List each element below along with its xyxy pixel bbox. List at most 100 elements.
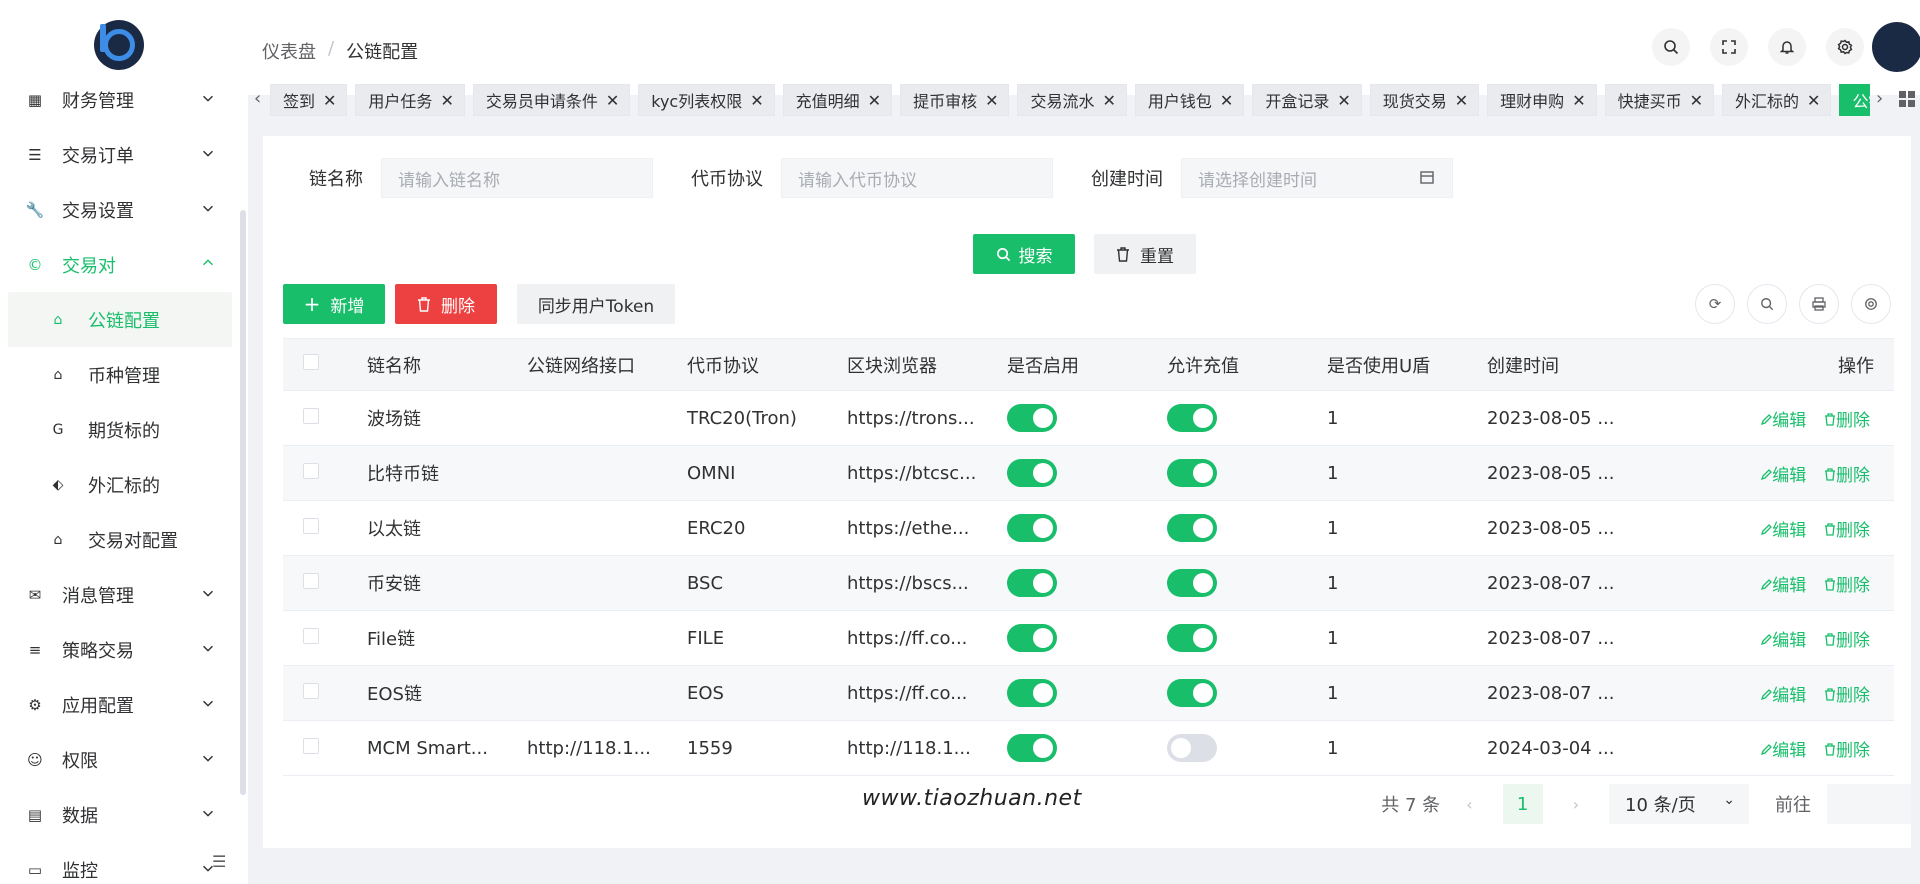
recharge-toggle[interactable]: [1167, 679, 1217, 707]
recharge-toggle[interactable]: [1167, 569, 1217, 597]
tags-scroll-right-icon[interactable]: ›: [1876, 88, 1883, 109]
close-icon[interactable]: ✕: [985, 91, 998, 110]
tab-tag[interactable]: 外汇标的 ✕: [1722, 84, 1832, 116]
chain-name-input[interactable]: 请输入链名称: [381, 158, 653, 198]
enabled-toggle[interactable]: [1007, 679, 1057, 707]
row-checkbox[interactable]: [303, 737, 319, 754]
row-checkbox[interactable]: [303, 572, 319, 589]
create-time-picker[interactable]: 请选择创建时间: [1181, 158, 1453, 198]
edit-button[interactable]: 编辑: [1760, 466, 1806, 486]
enabled-toggle[interactable]: [1007, 734, 1057, 762]
collapse-sidebar-icon[interactable]: ☰: [212, 852, 226, 871]
edit-button[interactable]: 编辑: [1760, 631, 1806, 651]
sidebar-item[interactable]: ▤ 数据: [0, 787, 240, 842]
row-delete-button[interactable]: 删除: [1824, 466, 1870, 486]
row-checkbox[interactable]: [303, 462, 319, 479]
close-icon[interactable]: ✕: [868, 91, 881, 110]
delete-button[interactable]: 删除: [395, 284, 497, 324]
sidebar-subitem[interactable]: G 期货标的: [0, 402, 240, 457]
sidebar-item[interactable]: ⚙ 应用配置: [0, 677, 240, 732]
tab-tag[interactable]: kyc列表权限 ✕: [638, 84, 775, 116]
tags-scroll-left-icon[interactable]: ‹: [254, 88, 261, 109]
breadcrumb-home[interactable]: 仪表盘: [262, 38, 316, 64]
close-icon[interactable]: ✕: [1807, 91, 1820, 110]
row-delete-button[interactable]: 删除: [1824, 521, 1870, 541]
tab-tag[interactable]: 用户钱包 ✕: [1134, 84, 1245, 116]
sync-token-button[interactable]: 同步用户Token: [517, 284, 675, 324]
tab-tag[interactable]: 充值明细 ✕: [782, 84, 893, 116]
sidebar-item[interactable]: 🔧 交易设置: [0, 182, 240, 237]
row-checkbox[interactable]: [303, 517, 319, 534]
enabled-toggle[interactable]: [1007, 514, 1057, 542]
sidebar-item[interactable]: ≡ 策略交易: [0, 622, 240, 677]
add-button[interactable]: + 新增: [283, 284, 385, 324]
edit-button[interactable]: 编辑: [1760, 686, 1806, 706]
tab-tag[interactable]: 用户任务 ✕: [355, 84, 465, 116]
sidebar-item[interactable]: ▦ 财务管理: [0, 72, 240, 127]
sidebar-item[interactable]: ☰ 交易订单: [0, 127, 240, 182]
close-icon[interactable]: ✕: [440, 91, 453, 110]
next-page-icon[interactable]: ›: [1573, 795, 1579, 814]
row-delete-button[interactable]: 删除: [1824, 411, 1870, 431]
tab-tag[interactable]: 公链配置 ✕: [1839, 84, 1870, 116]
tab-tag[interactable]: 现货交易 ✕: [1369, 84, 1480, 116]
close-icon[interactable]: ✕: [1220, 91, 1233, 110]
recharge-toggle[interactable]: [1167, 459, 1217, 487]
edit-button[interactable]: 编辑: [1760, 411, 1806, 431]
edit-button[interactable]: 编辑: [1760, 741, 1806, 761]
tab-tag[interactable]: 交易员申请条件 ✕: [472, 84, 631, 116]
tab-tag[interactable]: 开盒记录 ✕: [1252, 84, 1362, 116]
select-all-checkbox[interactable]: [303, 354, 319, 370]
prev-page-icon[interactable]: ‹: [1466, 795, 1472, 814]
recharge-toggle[interactable]: [1167, 734, 1217, 762]
avatar[interactable]: [1872, 22, 1920, 72]
sidebar-subitem[interactable]: ⬖ 外汇标的: [0, 457, 240, 512]
close-icon[interactable]: ✕: [1572, 91, 1585, 110]
sidebar-item[interactable]: ☺ 权限: [0, 732, 240, 787]
search-icon[interactable]: [1652, 28, 1690, 66]
sidebar-item[interactable]: ✉ 消息管理: [0, 567, 240, 622]
enabled-toggle[interactable]: [1007, 459, 1057, 487]
page-size-select[interactable]: 10 条/页 ⌄: [1609, 784, 1749, 824]
recharge-toggle[interactable]: [1167, 404, 1217, 432]
close-icon[interactable]: ✕: [606, 91, 619, 110]
row-checkbox[interactable]: [303, 627, 319, 644]
close-icon[interactable]: ✕: [1337, 91, 1350, 110]
sidebar-subitem[interactable]: ⌂ 交易对配置: [0, 512, 240, 567]
edit-button[interactable]: 编辑: [1760, 576, 1806, 596]
reset-button[interactable]: 重置: [1094, 234, 1196, 274]
sidebar-subitem[interactable]: ⌂ 币种管理: [0, 347, 240, 402]
protocol-input[interactable]: 请输入代币协议: [781, 158, 1053, 198]
sidebar-scrollbar[interactable]: [240, 210, 246, 795]
print-icon[interactable]: [1799, 284, 1839, 324]
enabled-toggle[interactable]: [1007, 624, 1057, 652]
tab-tag[interactable]: 签到 ✕: [270, 84, 348, 116]
page-number[interactable]: 1: [1502, 784, 1543, 824]
enabled-toggle[interactable]: [1007, 569, 1057, 597]
close-icon[interactable]: ✕: [750, 91, 763, 110]
recharge-toggle[interactable]: [1167, 514, 1217, 542]
tab-tag[interactable]: 快捷买币 ✕: [1604, 84, 1715, 116]
close-icon[interactable]: ✕: [323, 91, 336, 110]
close-icon[interactable]: ✕: [1690, 91, 1703, 110]
column-settings-icon[interactable]: [1851, 284, 1891, 324]
edit-button[interactable]: 编辑: [1760, 521, 1806, 541]
tab-tag[interactable]: 提币审核 ✕: [900, 84, 1010, 116]
tab-tag[interactable]: 理财申购 ✕: [1487, 84, 1597, 116]
close-icon[interactable]: ✕: [1103, 91, 1116, 110]
refresh-icon[interactable]: ⟳: [1695, 284, 1735, 324]
search-button[interactable]: 搜索: [973, 234, 1075, 274]
bell-icon[interactable]: [1768, 28, 1806, 66]
row-delete-button[interactable]: 删除: [1824, 576, 1870, 596]
fullscreen-icon[interactable]: [1710, 28, 1748, 66]
tags-menu-icon[interactable]: [1898, 90, 1916, 113]
row-delete-button[interactable]: 删除: [1824, 686, 1870, 706]
row-checkbox[interactable]: [303, 407, 319, 424]
tab-tag[interactable]: 交易流水 ✕: [1017, 84, 1127, 116]
enabled-toggle[interactable]: [1007, 404, 1057, 432]
sidebar-item[interactable]: © 交易对: [0, 237, 240, 292]
row-checkbox[interactable]: [303, 682, 319, 699]
recharge-toggle[interactable]: [1167, 624, 1217, 652]
goto-page-input[interactable]: [1827, 784, 1911, 824]
close-icon[interactable]: ✕: [1455, 91, 1468, 110]
